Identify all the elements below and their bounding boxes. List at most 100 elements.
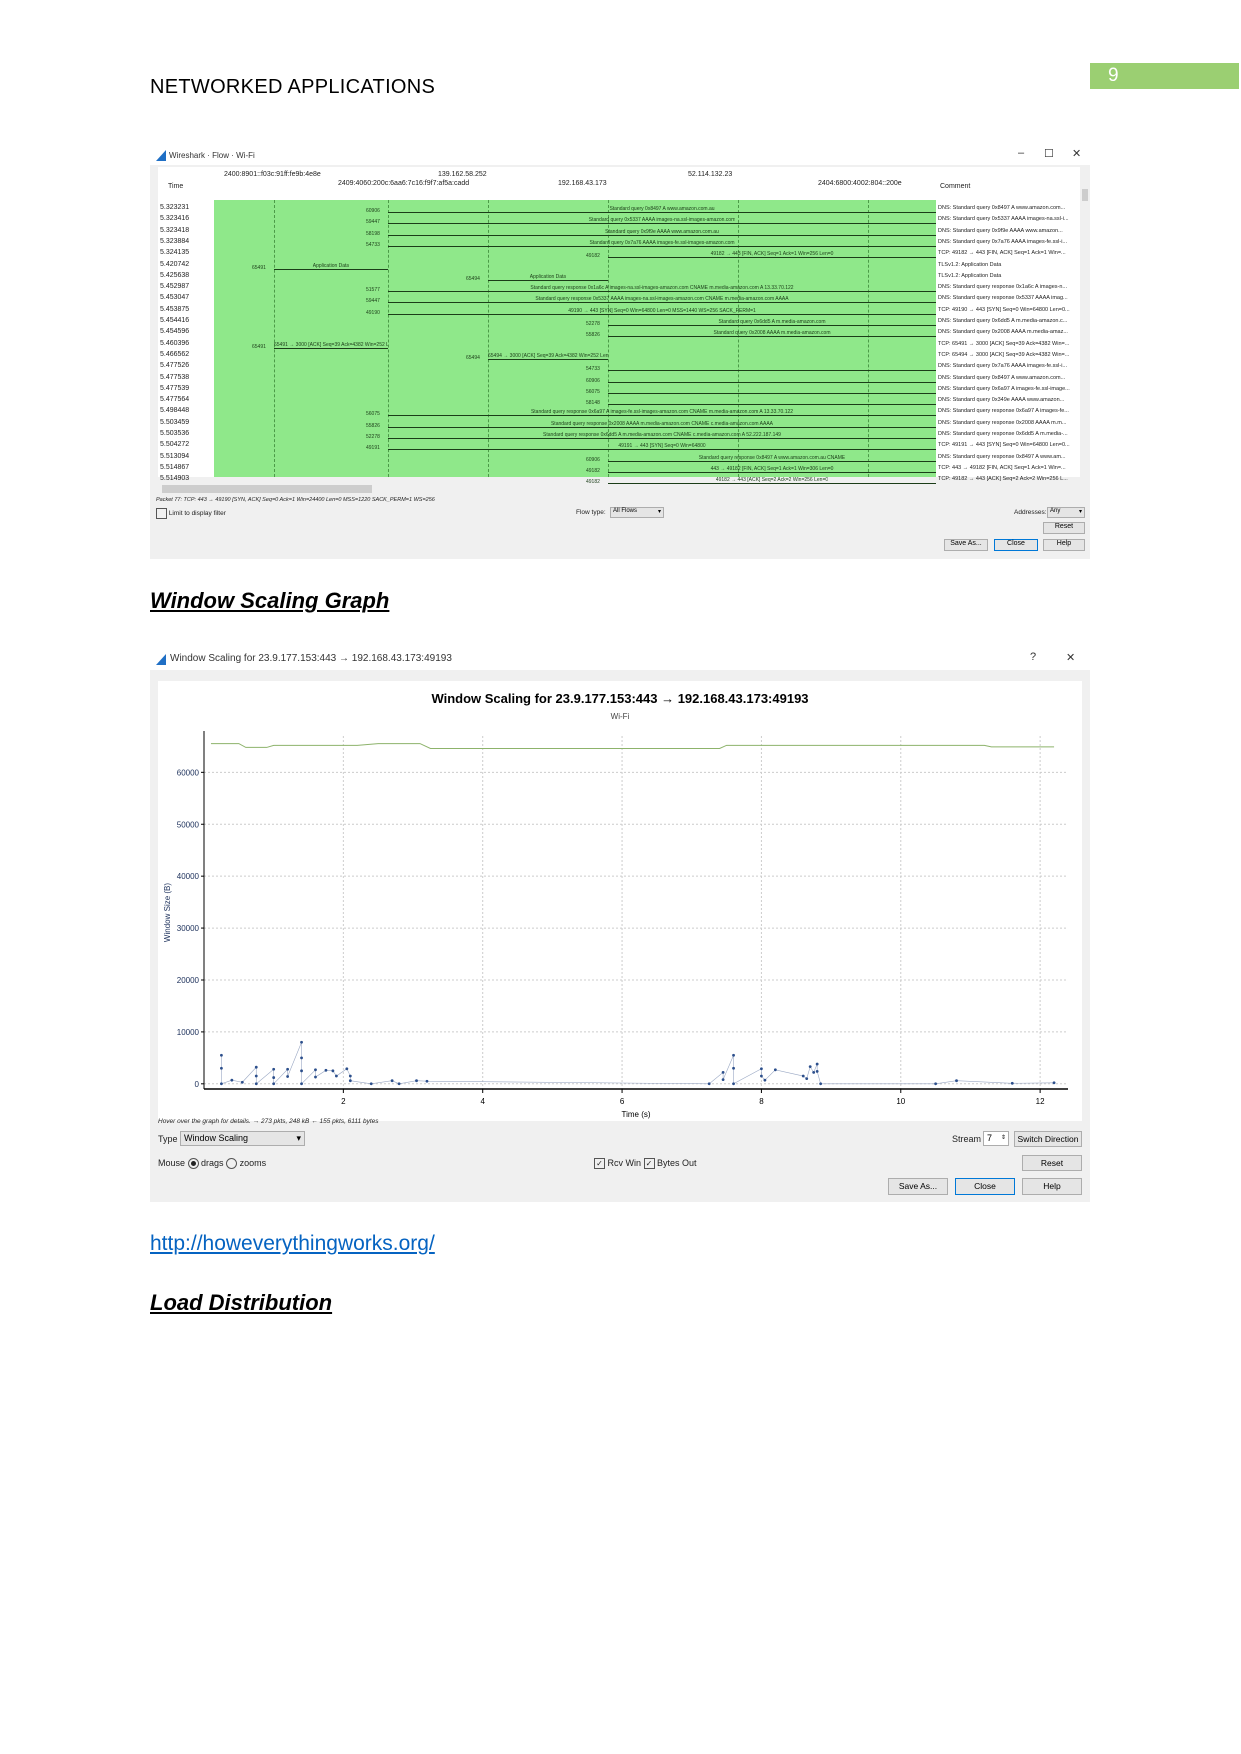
flow-row-comment[interactable]: DNS: Standard query response 0x5337 AAAA… (938, 295, 1073, 301)
flow-row-comment[interactable]: DNS: Standard query 0x8497 A www.amazon.… (938, 375, 1073, 381)
flow-row-comment[interactable]: DNS: Standard query response 0x2008 AAAA… (938, 420, 1073, 426)
flow-row-comment[interactable]: DNS: Standard query response 0x8497 A ww… (938, 454, 1073, 460)
scrollbar-thumb[interactable] (1082, 189, 1088, 201)
flow-row-comment[interactable]: TCP: 49190 → 443 [SYN] Seq=0 Win=64800 L… (938, 307, 1073, 313)
vertical-scrollbar[interactable] (1080, 167, 1090, 477)
flow-row-comment[interactable]: TLSv1.2: Application Data (938, 273, 1073, 279)
stream-spinbox[interactable]: 7 ⇕ (983, 1131, 1009, 1146)
flow-row-time[interactable]: 5.420742 (160, 261, 189, 268)
bytes-out-point (773, 1068, 777, 1072)
flow-row-time[interactable]: 5.514867 (160, 464, 189, 471)
flow-port: 54733 (366, 241, 380, 248)
flow-row-time[interactable]: 5.453047 (160, 294, 189, 301)
maximize-button[interactable]: ☐ (1044, 147, 1054, 160)
reset-button[interactable]: Reset (1022, 1155, 1082, 1171)
flow-row-time[interactable]: 5.324135 (160, 249, 189, 256)
flow-row-time[interactable]: 5.477539 (160, 385, 189, 392)
horizontal-scrollbar[interactable] (162, 485, 372, 493)
flow-row-time[interactable]: 5.454416 (160, 317, 189, 324)
flow-row-time[interactable]: 5.466562 (160, 351, 189, 358)
flow-arrow (388, 245, 936, 247)
flow-row-time[interactable]: 5.453875 (160, 306, 189, 313)
help-question-button[interactable]: ? (1030, 651, 1036, 663)
close-window-button[interactable]: ✕ (1066, 651, 1075, 664)
flow-row-comment[interactable]: DNS: Standard query 0x6dd5 A m.media-ama… (938, 318, 1073, 324)
flow-row-time[interactable]: 5.323416 (160, 215, 189, 222)
packet-info: Packet 77: TCP: 443 → 49190 [SYN, ACK] S… (156, 497, 435, 503)
host-lifeline (388, 200, 389, 477)
flow-row-comment[interactable]: TLSv1.2: Application Data (938, 262, 1073, 268)
help-button[interactable]: Help (1043, 539, 1085, 551)
flow-row-time[interactable]: 5.477538 (160, 374, 189, 381)
graph-area[interactable]: Window Scaling for 23.9.177.153:443 → 19… (158, 681, 1082, 1121)
host-header: 2404:6800:4002:804::200e (818, 180, 902, 187)
flow-row-comment[interactable]: TCP: 443 → 49182 [FIN, ACK] Seq=1 Ack=1 … (938, 465, 1073, 471)
bytes-out-point (220, 1053, 223, 1057)
spin-arrows-icon[interactable]: ⇕ (1001, 1132, 1008, 1145)
flow-row-time[interactable]: 5.323231 (160, 204, 189, 211)
flow-arrow-label: 443 → 49182 [FIN, ACK] Seq=1 Ack=1 Win=3… (710, 465, 834, 472)
help-button[interactable]: Help (1022, 1178, 1082, 1195)
flow-row-comment[interactable]: DNS: Standard query 0x5337 AAAA images-n… (938, 216, 1073, 222)
save-as-button[interactable]: Save As... (944, 539, 988, 551)
wireshark-flow-screenshot: Wireshark · Flow · Wi-Fi – ☐ ✕ Time Comm… (150, 145, 1090, 559)
flow-row-time[interactable]: 5.504272 (160, 441, 189, 448)
reference-link[interactable]: http://howeverythingworks.org/ (150, 1232, 435, 1256)
flow-row-comment[interactable]: TCP: 65491 → 3000 [ACK] Seq=39 Ack=4382 … (938, 341, 1073, 347)
flow-row-time[interactable]: 5.460396 (160, 340, 189, 347)
close-button[interactable]: Close (994, 539, 1038, 551)
flow-row-comment[interactable]: TCP: 49182 → 443 [ACK] Seq=2 Ack=2 Win=2… (938, 476, 1073, 482)
flow-arrow-label: 65491 → 3000 [ACK] Seq=39 Ack=4382 Win=2… (274, 341, 388, 348)
flow-row-comment[interactable]: DNS: Standard query 0x2008 AAAA m.media-… (938, 329, 1073, 335)
flow-row-comment[interactable]: DNS: Standard query response 0x6a97 A im… (938, 408, 1073, 414)
flow-row-time[interactable]: 5.323418 (160, 227, 189, 234)
flow-row-time[interactable]: 5.513094 (160, 453, 189, 460)
switch-direction-button[interactable]: Switch Direction (1014, 1131, 1082, 1147)
bytes-out-point (815, 1062, 819, 1066)
flow-row-comment[interactable]: DNS: Standard query response 0x1a6c A im… (938, 284, 1073, 290)
flow-row-comment[interactable]: DNS: Standard query 0x349e AAAA www.amaz… (938, 397, 1073, 403)
flow-row-comment[interactable]: DNS: Standard query 0x9f9e AAAA www.amaz… (938, 228, 1073, 234)
flow-row-comment[interactable]: TCP: 49191 → 443 [SYN] Seq=0 Win=64800 L… (938, 442, 1073, 448)
type-select[interactable]: Window Scaling ▾ (180, 1131, 305, 1146)
bytes-out-point (732, 1053, 735, 1057)
flow-row-time[interactable]: 5.514903 (160, 475, 189, 482)
flow-row-comment[interactable]: DNS: Standard query 0x7a76 AAAA images-f… (938, 363, 1073, 369)
flow-row-time[interactable]: 5.477564 (160, 396, 189, 403)
flow-type-select[interactable]: All Flows ▾ (610, 507, 664, 518)
bytes-out-point (314, 1075, 317, 1079)
rcv-win-checkbox[interactable]: ✓ (594, 1158, 605, 1170)
flow-row-time[interactable]: 5.425638 (160, 272, 189, 279)
flow-row-time[interactable]: 5.503536 (160, 430, 189, 437)
reset-button[interactable]: Reset (1043, 522, 1085, 534)
zooms-radio[interactable] (226, 1158, 238, 1170)
window-title: Window Scaling for 23.9.177.153:443 → 19… (170, 653, 452, 664)
flow-arrow-label: Standard query response 0x8497 A www.ama… (698, 454, 846, 461)
flow-arrow-label: 49182 → 443 [ACK] Seq=2 Ack=2 Win=256 Le… (715, 477, 829, 484)
flow-row-time[interactable]: 5.323884 (160, 238, 189, 245)
y-tick-label: 50000 (177, 820, 200, 829)
drags-radio[interactable] (187, 1158, 199, 1170)
addresses-select[interactable]: Any ▾ (1047, 507, 1085, 518)
flow-row-comment[interactable]: DNS: Standard query 0x7a76 AAAA images-f… (938, 239, 1073, 245)
flow-row-time[interactable]: 5.503459 (160, 419, 189, 426)
flow-diagram[interactable]: Time Comment 2400:8901::f03c:91ff:fe9b:4… (158, 167, 1090, 485)
flow-row-comment[interactable]: DNS: Standard query 0x6a97 A images-fe.s… (938, 386, 1073, 392)
flow-row-comment[interactable]: TCP: 65494 → 3000 [ACK] Seq=39 Ack=4382 … (938, 352, 1073, 358)
flow-row-comment[interactable]: DNS: Standard query 0x8497 A www.amazon.… (938, 205, 1073, 211)
limit-filter-checkbox[interactable]: Limit to display filter (156, 508, 226, 519)
flow-row-comment[interactable]: TCP: 49182 → 443 [FIN, ACK] Seq=1 Ack=1 … (938, 250, 1073, 256)
bytes-out-checkbox[interactable]: ✓ (643, 1158, 655, 1170)
flow-row-time[interactable]: 5.452987 (160, 283, 189, 290)
flow-row-time[interactable]: 5.454596 (160, 328, 189, 335)
time-header: Time (168, 183, 184, 190)
title-bar: Wireshark · Flow · Wi-Fi – ☐ ✕ (150, 145, 1090, 165)
save-as-button[interactable]: Save As... (888, 1178, 948, 1195)
flow-row-time[interactable]: 5.477526 (160, 362, 189, 369)
minimize-button[interactable]: – (1018, 147, 1024, 159)
flow-row-time[interactable]: 5.498448 (160, 407, 189, 414)
flow-row-comment[interactable]: DNS: Standard query response 0x6dd5 A m.… (938, 431, 1073, 437)
close-button[interactable]: Close (955, 1178, 1015, 1195)
window-scaling-chart[interactable]: Window Scaling for 23.9.177.153:443 → 19… (158, 681, 1082, 1121)
close-window-button[interactable]: ✕ (1072, 147, 1081, 160)
